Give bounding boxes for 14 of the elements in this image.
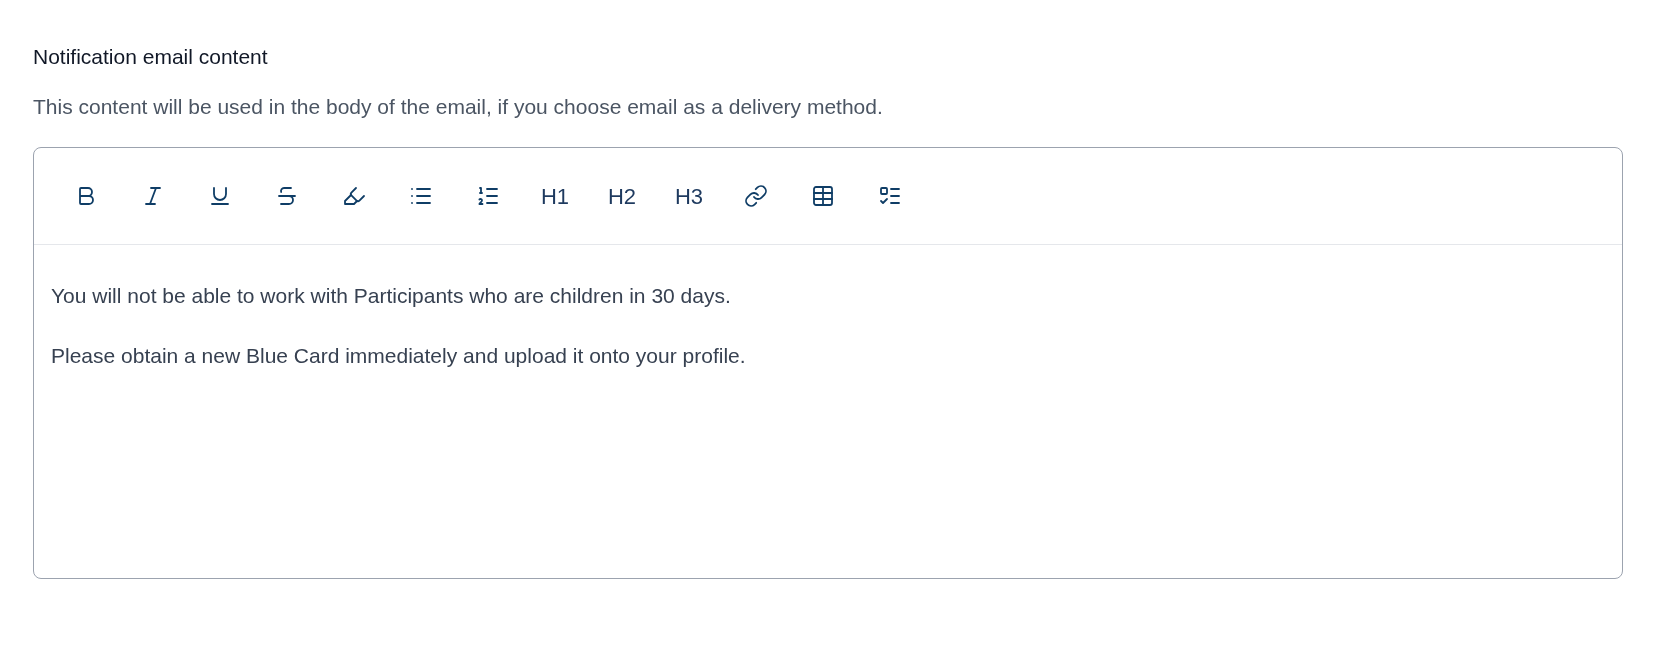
field-label: Notification email content [33, 44, 269, 70]
heading-button[interactable]: H3 [665, 176, 713, 216]
editor-content[interactable]: You will not be able to work with Participants who are children in 30 days. Please obtain a new Blue Card immediately and upload it onto your profile. [34, 245, 1622, 371]
numbered-list-icon [476, 184, 500, 208]
highlighter-icon [342, 184, 366, 208]
table-icon [811, 184, 835, 208]
heading-button[interactable]: H2 [598, 176, 646, 216]
paragraph: You will not be able to work with Participants who are children in 30 days. [51, 283, 732, 309]
paragraph: Please obtain a new Blue Card immediately and upload it onto your profile. [51, 343, 747, 369]
link-icon [744, 184, 768, 208]
heading-button[interactable]: H1 [531, 176, 579, 216]
underline-icon [208, 184, 232, 208]
help-text: This content will be used in the body of the email, if you choose email as a delivery method. [33, 94, 884, 120]
strikethrough-icon [275, 184, 299, 208]
